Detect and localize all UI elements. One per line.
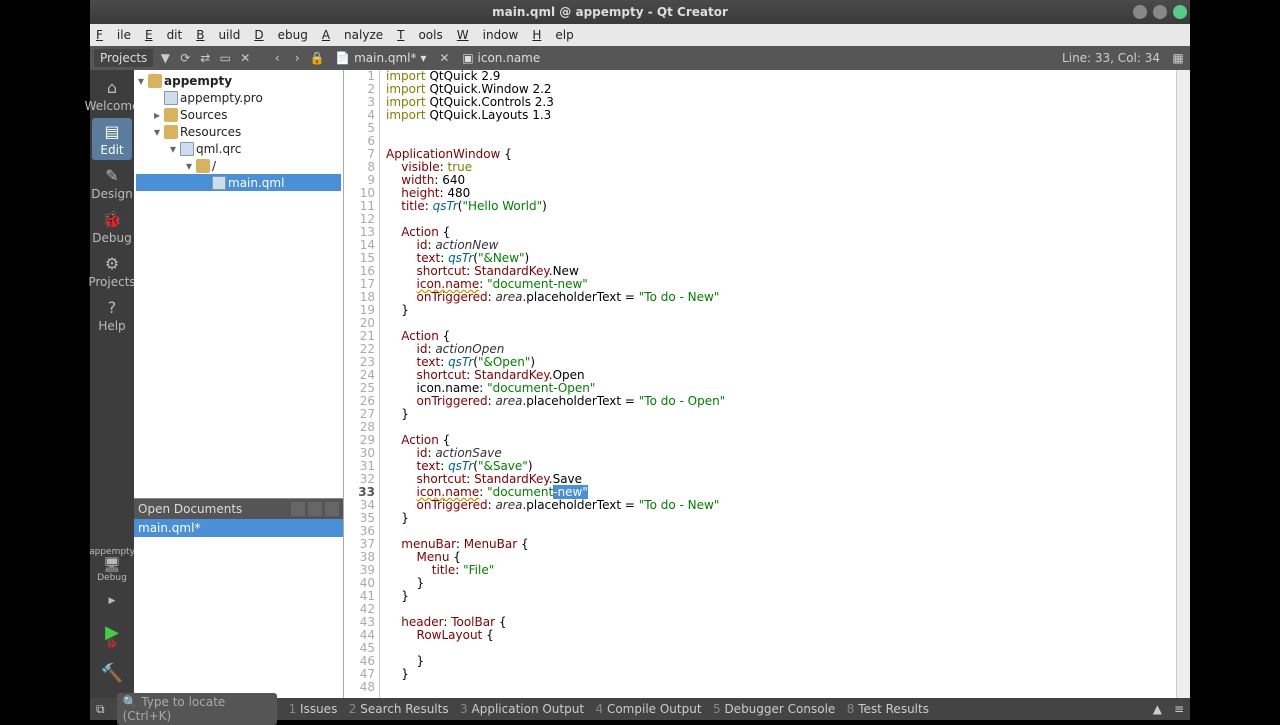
locator-input[interactable]: 🔍 Type to locate (Ctrl+K): [117, 693, 277, 725]
menu-help[interactable]: Help: [532, 28, 573, 42]
filter-icon[interactable]: ▼: [157, 50, 173, 66]
sync-icon[interactable]: ⟳: [177, 50, 193, 66]
close-file-icon[interactable]: ✕: [436, 50, 452, 66]
split-icon[interactable]: ▭: [217, 50, 233, 66]
nav-back-icon[interactable]: ‹: [269, 50, 285, 66]
status-panel-application-output[interactable]: 3 Application Output: [460, 702, 595, 716]
menu-analyze[interactable]: Analyze: [322, 28, 383, 42]
run-target[interactable]: appempty 🖥 Debug: [92, 548, 132, 582]
close-button[interactable]: [1173, 5, 1187, 19]
line-gutter: 1234567891011121314151617181920212223242…: [344, 70, 380, 698]
file-crumb[interactable]: 📄 main.qml* ▾: [329, 49, 432, 67]
menu-file[interactable]: File: [96, 28, 131, 42]
mode-help[interactable]: ?Help: [92, 294, 132, 336]
minimize-button[interactable]: [1133, 5, 1147, 19]
menu-debug[interactable]: Debug: [254, 28, 307, 42]
status-panel-test-results[interactable]: 8 Test Results: [847, 702, 941, 716]
project-tree[interactable]: ▾appempty appempty.pro ▸Sources ▾Resourc…: [134, 70, 343, 498]
window-title: main.qml @ appempty - Qt Creator: [90, 5, 1130, 19]
open-doc-item[interactable]: main.qml*: [134, 519, 343, 537]
mode-welcome[interactable]: ⌂Welcome: [92, 74, 132, 116]
menu-edit[interactable]: Edit: [145, 28, 182, 42]
status-panel-search-results[interactable]: 2 Search Results: [349, 702, 460, 716]
status-panel-issues[interactable]: 1 Issues: [289, 702, 349, 716]
menu-build[interactable]: Build: [196, 28, 240, 42]
projects-dropdown[interactable]: Projects: [94, 49, 153, 67]
output-up-icon[interactable]: ▲: [1153, 702, 1162, 716]
pane-split-icon[interactable]: [291, 502, 305, 516]
lock-icon[interactable]: 🔒: [309, 50, 325, 66]
open-documents-list[interactable]: main.qml*: [134, 519, 343, 698]
menu-window[interactable]: Window: [457, 28, 519, 42]
cursor-position: Line: 33, Col: 34: [1056, 51, 1166, 65]
mode-sidebar: ⌂Welcome▤Edit✎Design🐞Debug⚙Projects?Help…: [90, 70, 134, 698]
link-icon[interactable]: ⇄: [197, 50, 213, 66]
titlebar: main.qml @ appempty - Qt Creator: [90, 0, 1190, 24]
code-editor[interactable]: 1234567891011121314151617181920212223242…: [344, 70, 1190, 698]
sidebar-toggle-icon[interactable]: ⧉: [96, 702, 105, 717]
menu-tools[interactable]: Tools: [397, 28, 443, 42]
statusbar: ⧉ 🔍 Type to locate (Ctrl+K) 1 Issues 2 S…: [90, 698, 1190, 720]
close-pane-icon[interactable]: ✕: [237, 50, 253, 66]
output-settings-icon[interactable]: ≡: [1174, 702, 1184, 716]
split-editor-icon[interactable]: ▦: [1170, 50, 1186, 66]
tree-item-main-qml[interactable]: main.qml: [136, 174, 341, 191]
editor-scrollbar[interactable]: [1176, 70, 1190, 698]
symbol-crumb[interactable]: ▣ icon.name: [456, 49, 546, 67]
build-button[interactable]: 🔨: [92, 656, 132, 690]
pane-close-icon[interactable]: [325, 502, 339, 516]
nav-forward-icon[interactable]: ›: [289, 50, 305, 66]
maximize-button[interactable]: [1153, 5, 1167, 19]
debug-run-button[interactable]: ▶🐞: [92, 620, 132, 654]
status-panel-debugger-console[interactable]: 5 Debugger Console: [713, 702, 847, 716]
mode-design[interactable]: ✎Design: [92, 162, 132, 204]
mode-edit[interactable]: ▤Edit: [92, 118, 132, 160]
mode-debug[interactable]: 🐞Debug: [92, 206, 132, 248]
status-panel-compile-output[interactable]: 4 Compile Output: [596, 702, 713, 716]
mode-projects[interactable]: ⚙Projects: [92, 250, 132, 292]
pane-add-icon[interactable]: [308, 502, 322, 516]
project-panel: ▾appempty appempty.pro ▸Sources ▾Resourc…: [134, 70, 344, 698]
open-documents-header: Open Documents: [134, 499, 343, 519]
menubar: File Edit Build Debug Analyze Tools Window Help: [90, 24, 1190, 46]
run-button[interactable]: ▶: [92, 584, 132, 618]
navigation-toolbar: Projects ▼ ⟳ ⇄ ▭ ✕ ‹ › 🔒 📄 main.qml* ▾ ✕…: [90, 46, 1190, 70]
